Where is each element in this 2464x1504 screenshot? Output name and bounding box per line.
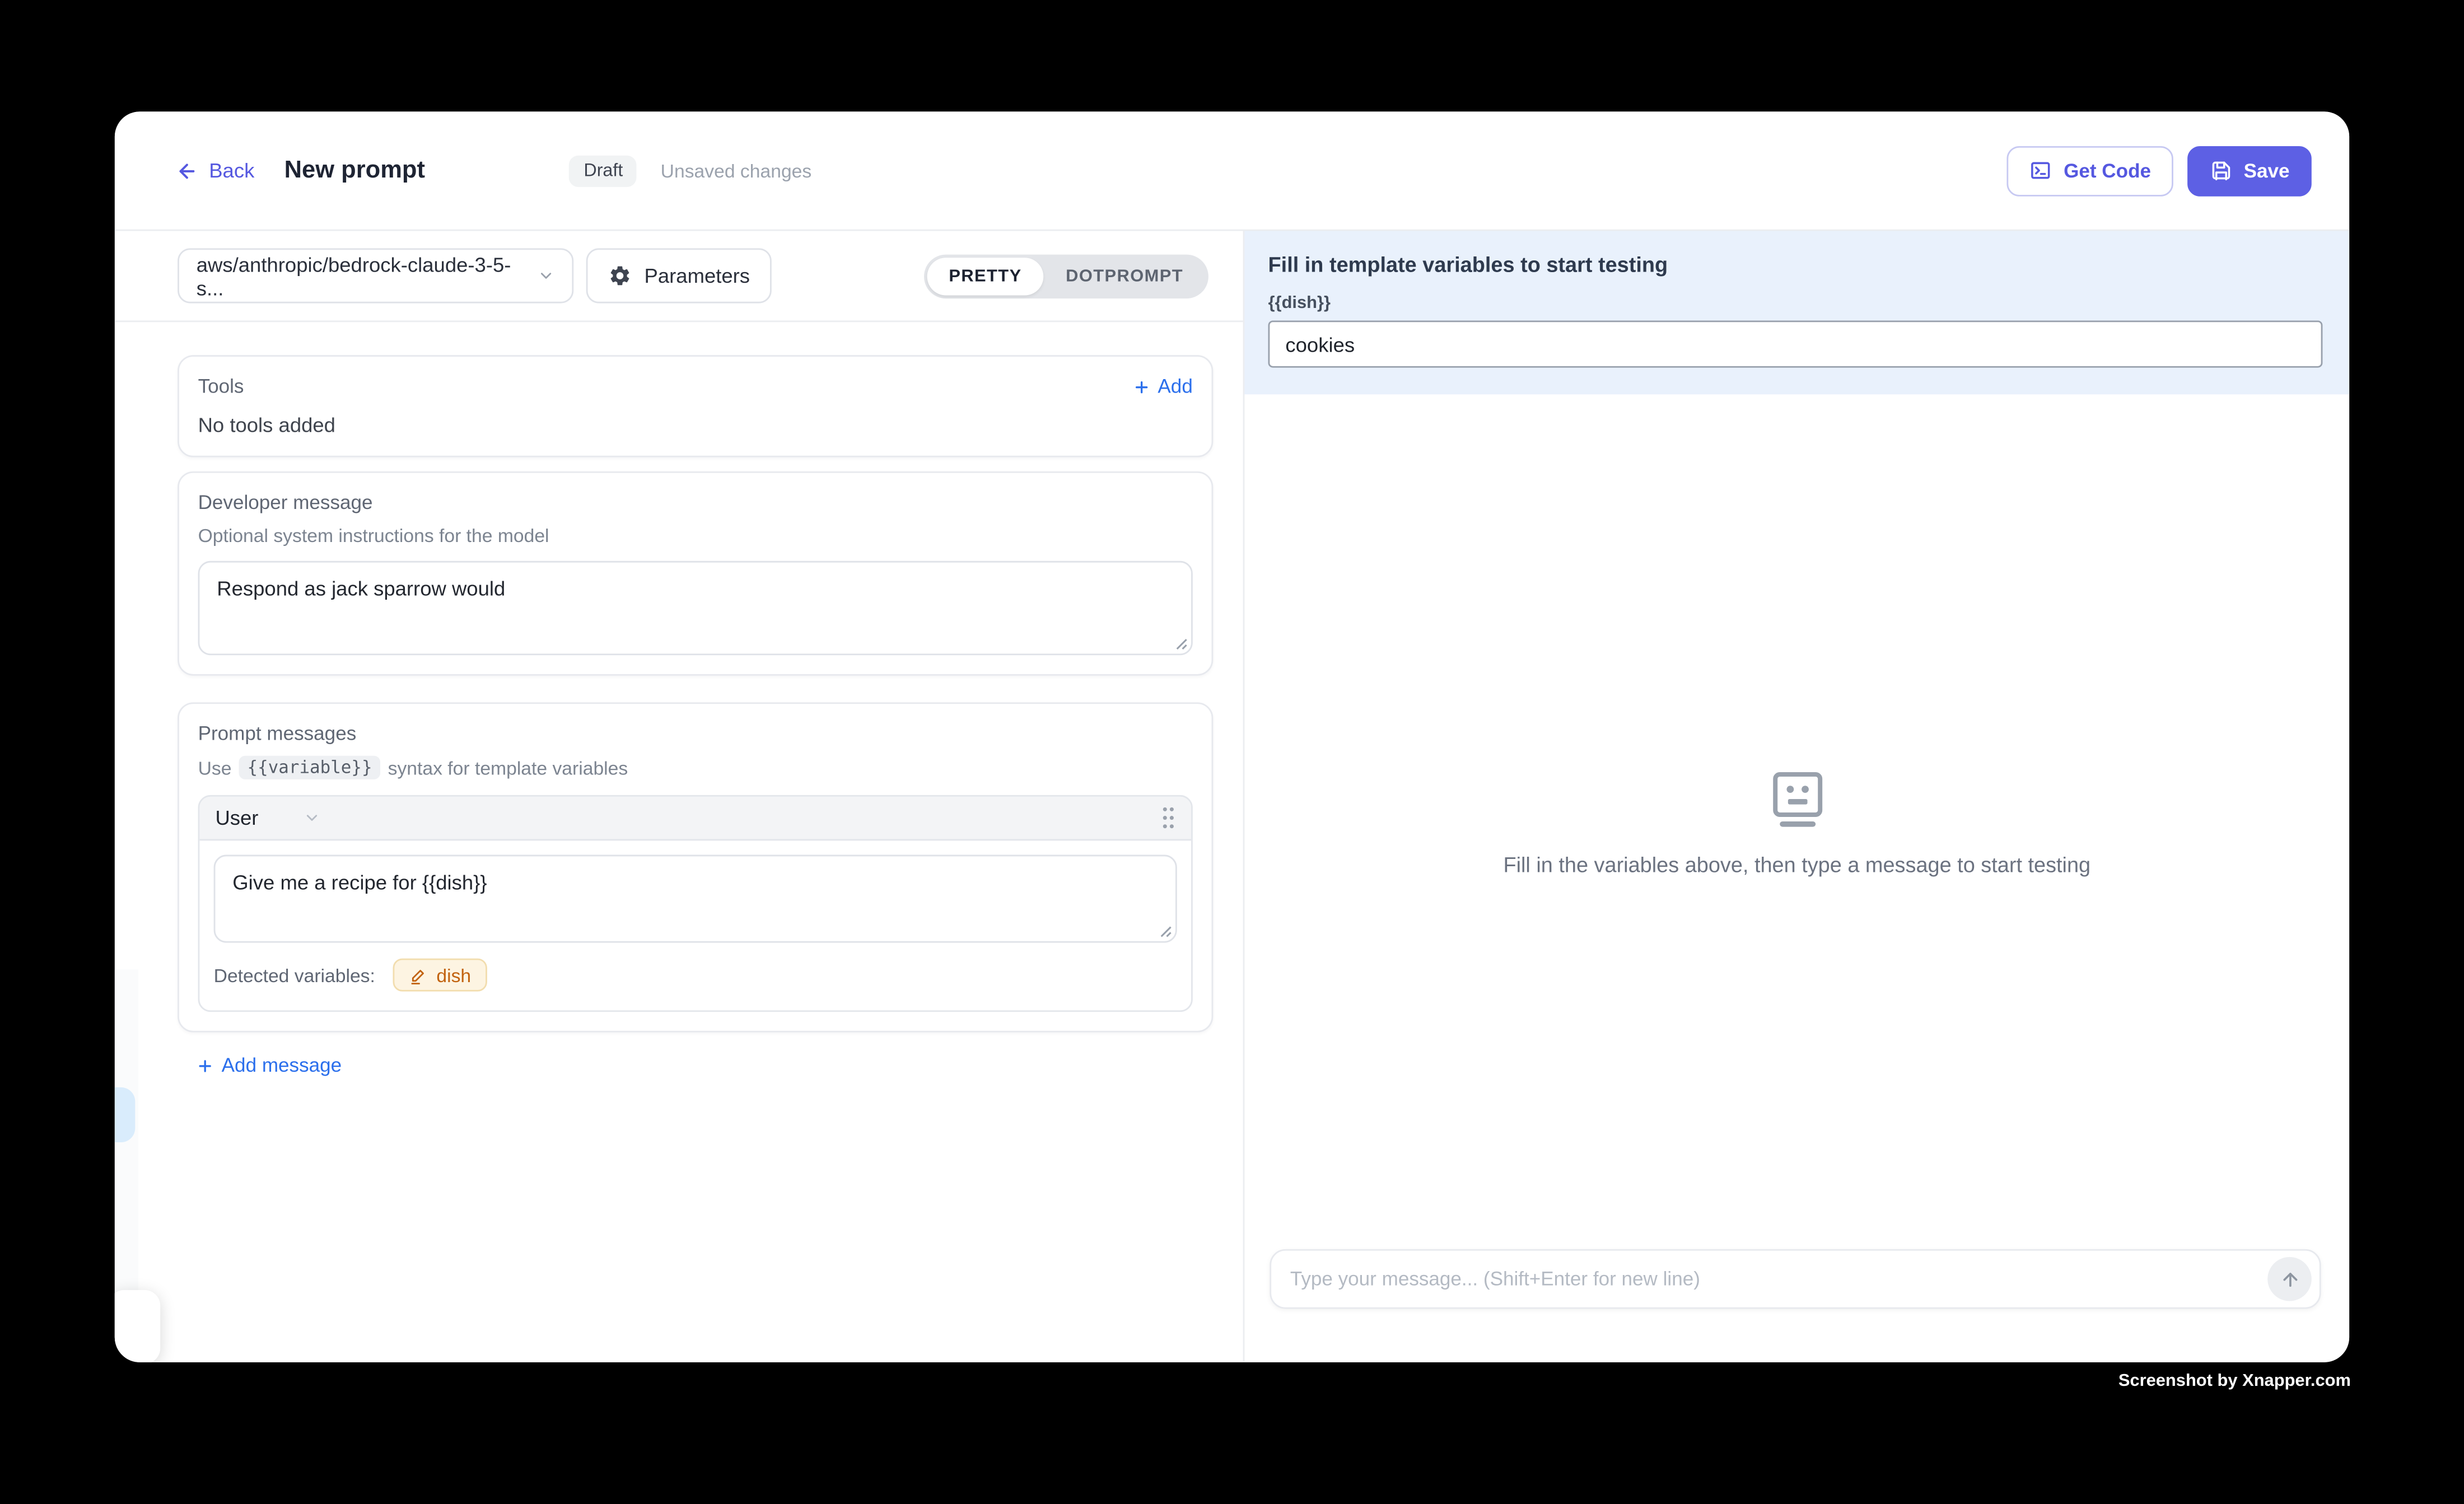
model-select-value: aws/anthropic/bedrock-claude-3-5-s... [197,252,538,299]
watermark-text: Screenshot by Xnapper.com [2118,1372,2351,1391]
arrow-left-icon [176,160,198,181]
template-variables-section: Fill in template variables to start test… [1244,231,2349,394]
save-icon [2209,158,2233,182]
add-tool-label: Add [1158,376,1192,398]
tools-empty-text: No tools added [198,413,1193,437]
message-body: Give me a recipe for {{dish}} Detected v… [199,840,1191,1010]
tools-title: Tools [198,376,244,398]
developer-message-card: Developer message Optional system instru… [178,471,1213,676]
arrow-up-icon [2279,1269,2299,1289]
dish-variable-input[interactable] [1268,320,2323,367]
tools-card: Tools Add No tools added [178,355,1213,457]
screenshot-stage: Back New prompt Draft Unsaved changes Ge… [0,0,2464,1503]
corner-popover-peek [115,1290,160,1362]
drag-dots-icon [1161,806,1175,830]
add-tool-button[interactable]: Add [1133,376,1193,398]
developer-message-title: Developer message [198,492,1193,513]
robot-face-icon [1764,770,1830,830]
get-code-button[interactable]: Get Code [2007,146,2173,196]
variable-syntax-chip: {{variable}} [239,756,380,779]
editor-scroll-area[interactable]: Tools Add No tools added Developer messa… [115,322,1243,1082]
variable-chip-dish[interactable]: dish [393,959,487,992]
prompt-messages-hint: Use {{variable}} syntax for template var… [198,756,1193,779]
save-label: Save [2244,160,2290,181]
editor-toolbar: aws/anthropic/bedrock-claude-3-5-s... Pa… [115,231,1243,322]
developer-message-subtitle: Optional system instructions for the mod… [198,525,1193,547]
template-variables-title: Fill in template variables to start test… [1268,253,2323,277]
developer-message-textarea[interactable]: Respond as jack sparrow would [198,561,1193,655]
view-mode-toggle: PRETTY DOTPROMPT [923,254,1208,298]
hint-prefix: Use [198,756,232,778]
detected-variables-label: Detected variables: [214,964,375,986]
add-message-label: Add message [222,1054,342,1076]
parameters-label: Parameters [645,264,750,287]
plus-icon [197,1057,214,1074]
prompt-messages-card: Prompt messages Use {{variable}} syntax … [178,702,1213,1032]
chat-input-bar [1270,1249,2321,1309]
content-split: aws/anthropic/bedrock-claude-3-5-s... Pa… [115,231,2349,1362]
parameters-button[interactable]: Parameters [586,248,772,303]
chevron-down-icon [538,267,555,284]
app-window: Back New prompt Draft Unsaved changes Ge… [115,111,2349,1362]
back-label: Back [209,158,254,182]
save-button[interactable]: Save [2187,146,2312,196]
status-badge: Draft [570,155,637,186]
send-message-button[interactable] [2267,1257,2312,1301]
chat-message-input[interactable] [1290,1268,2267,1290]
plus-icon [1133,378,1150,395]
message-textarea[interactable]: Give me a recipe for {{dish}} [214,855,1177,943]
toggle-dotprompt[interactable]: DOTPROMPT [1044,257,1205,295]
page-title: New prompt [284,156,425,185]
test-panel: Fill in template variables to start test… [1244,231,2349,1362]
drag-handle[interactable] [1161,806,1175,830]
chat-empty-hint: Fill in the variables above, then type a… [1503,853,2090,877]
message-block: User Give me a recipe for {{dish}} [198,795,1193,1012]
dish-variable-label: {{dish}} [1268,294,2323,313]
editor-panel: aws/anthropic/bedrock-claude-3-5-s... Pa… [115,231,1245,1362]
detected-variables-row: Detected variables: dish [214,959,1177,996]
get-code-label: Get Code [2064,160,2151,181]
variable-chip-label: dish [436,964,471,986]
toggle-pretty[interactable]: PRETTY [927,257,1044,295]
sidebar-highlight-peek [115,1087,135,1142]
prompt-messages-title: Prompt messages [198,723,1193,745]
chat-empty-state: Fill in the variables above, then type a… [1244,394,2349,1362]
hint-suffix: syntax for template variables [388,756,628,778]
gear-icon [608,264,632,287]
chevron-down-icon [304,809,321,826]
message-header: User [199,797,1191,841]
edit-pencil-icon [408,965,427,984]
back-button[interactable]: Back [176,158,254,182]
add-message-button[interactable]: Add message [197,1054,342,1076]
model-select[interactable]: aws/anthropic/bedrock-claude-3-5-s... [178,248,573,303]
header: Back New prompt Draft Unsaved changes Ge… [115,111,2349,231]
role-select[interactable]: User [215,806,258,830]
terminal-icon [2029,158,2052,182]
unsaved-changes-label: Unsaved changes [661,160,812,181]
